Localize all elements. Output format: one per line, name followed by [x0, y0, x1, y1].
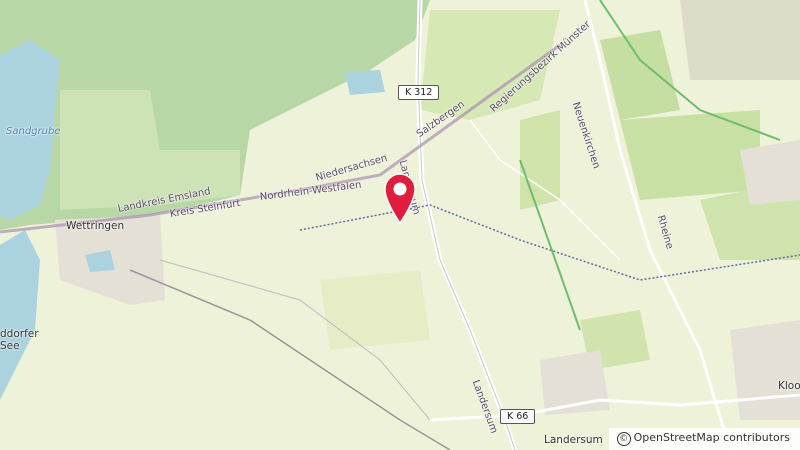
label-landersum-place: Landersum: [544, 434, 603, 446]
label-sandgrube: Sandgrube: [6, 126, 61, 137]
road-shield-k66: K 66: [500, 409, 536, 424]
map-canvas[interactable]: Sandgrube Wettringen Landkreis Emsland K…: [0, 0, 800, 450]
location-pin-icon[interactable]: [383, 172, 417, 225]
label-wettringen: Wettringen: [66, 220, 125, 232]
copyright-icon: ©: [616, 432, 631, 446]
label-klooster: Kloo: [778, 380, 800, 392]
label-dorfer-see: ddorfer See: [0, 328, 39, 352]
attribution: © OpenStreetMap contributors: [608, 428, 800, 450]
road-shield-k312: K 312: [398, 85, 440, 100]
osm-attribution-link[interactable]: OpenStreetMap contributors: [634, 431, 790, 444]
